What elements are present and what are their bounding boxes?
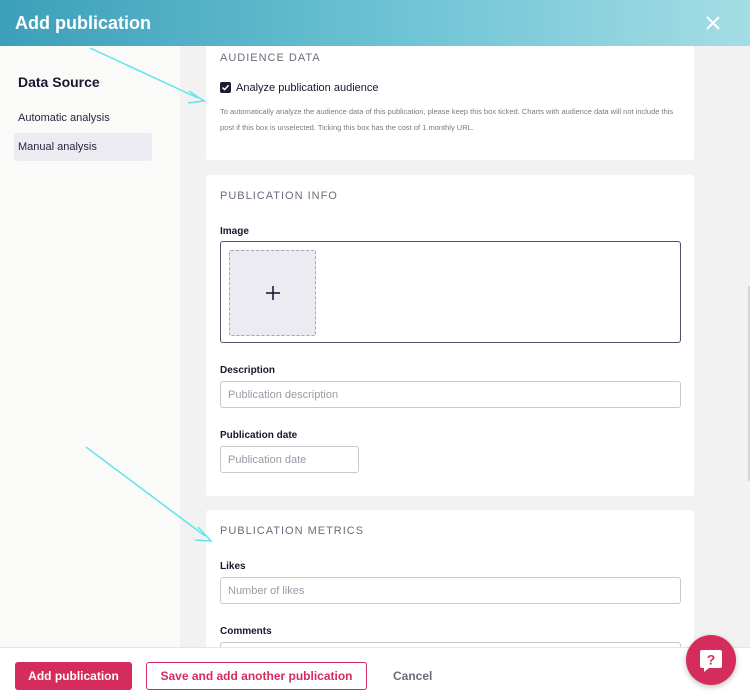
description-input[interactable]: Publication description [220,381,681,408]
likes-input[interactable]: Number of likes [220,577,681,604]
sidebar-item-label: Manual analysis [18,141,97,153]
metrics-section-title: PUBLICATION METRICS [220,525,365,537]
description-label: Description [220,365,276,376]
audience-section-title: AUDIENCE DATA [220,52,321,64]
add-publication-button[interactable]: Add publication [15,662,132,690]
info-section-title: PUBLICATION INFO [220,190,338,202]
publication-date-input[interactable]: Publication date [220,446,359,473]
check-icon [221,84,230,91]
svg-text:?: ? [707,652,716,668]
help-chat-icon: ? [700,650,722,672]
add-image-button[interactable] [229,250,316,336]
sidebar-item-manual-analysis[interactable]: Manual analysis [14,133,152,161]
audience-data-card: AUDIENCE DATA Analyze publication audien… [206,46,694,160]
help-chat-button[interactable]: ? [686,635,736,685]
plus-icon [265,286,280,300]
cancel-button[interactable]: Cancel [393,662,432,690]
publication-metrics-card: PUBLICATION METRICS Likes Number of like… [206,510,694,647]
comments-label: Comments [220,626,272,637]
audience-help-text: To automatically analyze the audience da… [220,107,674,132]
analyze-audience-checkbox[interactable] [220,82,231,93]
main-content[interactable]: AUDIENCE DATA Analyze publication audien… [180,46,750,647]
publication-date-label: Publication date [220,430,298,441]
save-and-add-another-button[interactable]: Save and add another publication [146,662,367,690]
analyze-audience-label[interactable]: Analyze publication audience [236,82,379,94]
image-label: Image [220,226,249,237]
image-upload-area[interactable] [220,241,681,343]
sidebar-item-label: Automatic analysis [18,112,110,124]
sidebar-title: Data Source [18,74,100,90]
likes-label: Likes [220,561,246,572]
sidebar-item-automatic-analysis[interactable]: Automatic analysis [14,104,152,132]
publication-info-card: PUBLICATION INFO Image Description Publi… [206,175,694,496]
modal-footer: Add publication Save and add another pub… [0,647,750,697]
modal-header: Add publication [0,0,750,46]
modal-title: Add publication [15,12,151,33]
sidebar: Data Source Automatic analysis Manual an… [0,46,180,647]
close-icon[interactable] [700,10,726,36]
